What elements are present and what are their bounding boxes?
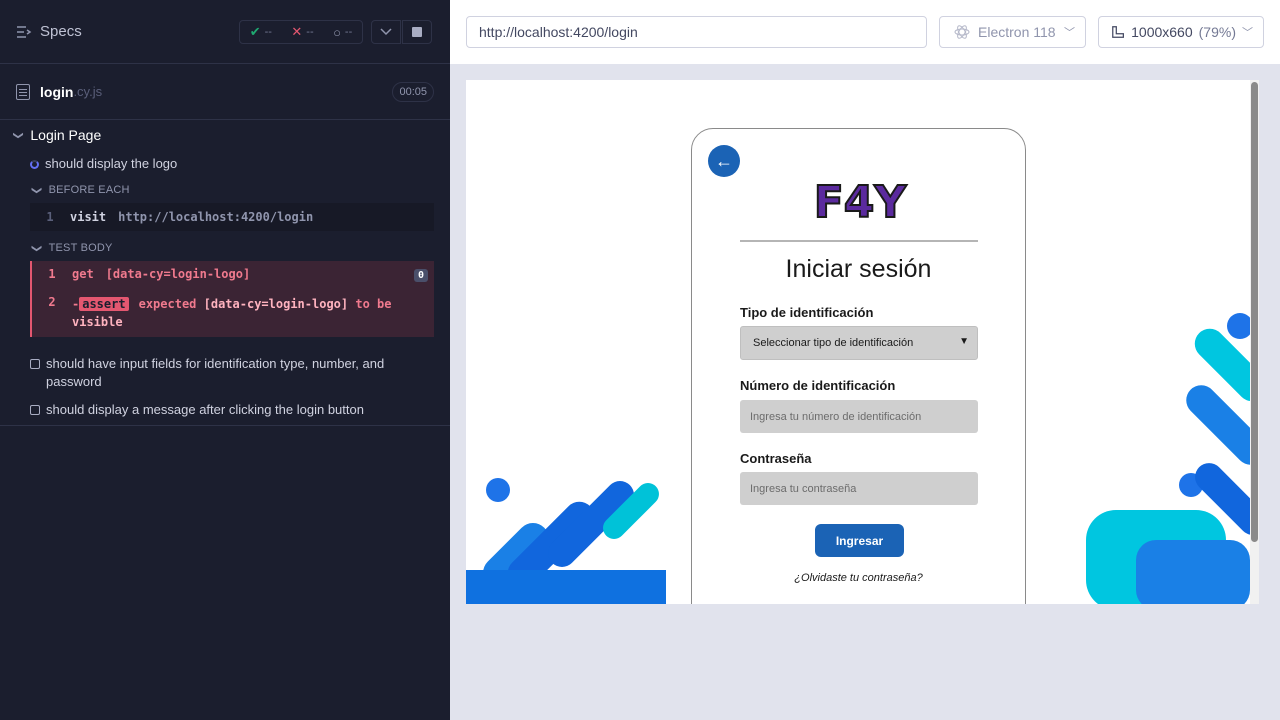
command-assert[interactable]: 2 - assert expected [data-cy=login-logo] t…: [32, 289, 434, 337]
command-number: 1: [46, 210, 54, 224]
command-visit[interactable]: 1 visit http://localhost:4200/login: [30, 203, 434, 231]
pending-spinner-icon: ○: [333, 24, 341, 40]
aut-toolbar: http://localhost:4200/login Electron 118…: [450, 0, 1280, 64]
password-input[interactable]: Ingresa tu contraseña: [740, 472, 978, 505]
chevron-right-icon: ❯: [12, 130, 24, 140]
back-button[interactable]: ←: [708, 145, 740, 177]
assert-to-be: to be: [355, 297, 392, 311]
aut-panel: http://localhost:4200/login Electron 118…: [450, 0, 1280, 720]
passed-count: --: [264, 26, 272, 38]
id-number-label: Número de identificación: [740, 378, 896, 393]
test-body-header[interactable]: ❯ TEST BODY: [0, 235, 450, 261]
scroll-thumb[interactable]: [1251, 82, 1258, 542]
spec-file-header: login .cy.js 00:05: [0, 64, 450, 120]
assert-content: - assert expected [data-cy=login-logo] to …: [72, 295, 422, 331]
id-type-label: Tipo de identificación: [740, 305, 874, 320]
app-iframe: ← F4Y Iniciar sesión Tipo de identificac…: [466, 80, 1259, 604]
f4y-logo: F4Y: [813, 176, 909, 229]
viewport-selector[interactable]: 1000x660 (79%) ﹀: [1098, 16, 1264, 48]
passed-stat: ✔ --: [250, 24, 272, 40]
id-number-input[interactable]: Ingresa tu número de identificación: [740, 400, 978, 433]
reporter-panel: Specs ✔ -- ✕ -- ○ -- login .cy.js 00:05 …: [0, 0, 450, 720]
element-count-badge: 0: [413, 269, 428, 282]
electron-icon: [954, 25, 970, 39]
viewport-size: 1000x660: [1131, 24, 1193, 40]
suite-title: Login Page: [30, 127, 102, 143]
command-name: visit: [70, 210, 107, 224]
suite-title-row[interactable]: ❯ Login Page: [0, 121, 450, 149]
test-title: should have input fields for identificat…: [46, 356, 385, 389]
spec-duration: 00:05: [392, 81, 434, 102]
stop-icon: [412, 27, 422, 37]
command-name: get: [72, 267, 94, 281]
running-spinner-icon: [30, 159, 39, 169]
pending-stat: ○ --: [333, 25, 352, 40]
command-number: 1: [48, 267, 56, 281]
test-stats: ✔ -- ✕ -- ○ --: [239, 20, 363, 44]
wave-decoration-left: [466, 478, 666, 604]
file-icon: [16, 83, 30, 100]
arrow-left-icon: ←: [715, 150, 733, 171]
wave-decoration-right: [1086, 313, 1250, 604]
test-title: should display the logo: [45, 156, 178, 171]
url-bar[interactable]: http://localhost:4200/login: [466, 16, 927, 48]
command-number: 2: [48, 295, 56, 309]
test-row-pending[interactable]: should display a message after clicking …: [0, 401, 450, 426]
assert-tag: assert: [79, 297, 129, 311]
stop-button[interactable]: [402, 20, 432, 44]
id-type-value: Seleccionar tipo de identificación: [753, 337, 914, 349]
chevron-down-icon: ❯: [30, 185, 42, 195]
page-title: Iniciar sesión: [785, 255, 932, 283]
command-message: [data-cy=login-logo]: [105, 267, 251, 281]
x-icon: ✕: [291, 24, 303, 39]
test-body-label: TEST BODY: [48, 242, 113, 254]
spec-name: login: [40, 83, 74, 100]
command-get[interactable]: 1 get [data-cy=login-logo] 0: [32, 261, 434, 289]
viewport-zoom: (79%): [1198, 24, 1236, 40]
login-card: ← F4Y Iniciar sesión Tipo de identificac…: [691, 128, 1026, 604]
specs-list-icon: [17, 25, 32, 38]
command-message: http://localhost:4200/login: [118, 210, 314, 224]
password-label: Contraseña: [740, 451, 812, 466]
id-type-select[interactable]: Seleccionar tipo de identificación ▼: [740, 326, 978, 360]
pending-count: --: [344, 26, 353, 38]
specs-button[interactable]: Specs: [16, 23, 82, 40]
logo-divider: [740, 240, 978, 242]
forgot-password-link[interactable]: ¿Olvidaste tu contraseña?: [692, 572, 1025, 584]
chevron-down-icon: ▼: [959, 336, 969, 347]
chevron-down-icon: ﹀: [1242, 27, 1253, 39]
assert-expected: expected: [138, 297, 197, 311]
ruler-icon: [1112, 26, 1124, 38]
chevron-down-icon: ❯: [30, 243, 42, 253]
test-title: should display a message after clicking …: [46, 402, 364, 417]
test-row-pending[interactable]: should have input fields for identificat…: [0, 355, 450, 391]
chevron-down-icon: ﹀: [1064, 27, 1075, 39]
pending-status-icon: [30, 405, 40, 415]
chevron-down-icon: [380, 28, 392, 36]
spec-ext: .cy.js: [73, 84, 103, 99]
browser-name: Electron 118: [978, 24, 1056, 40]
specs-label: Specs: [40, 23, 82, 40]
app-scrollbar[interactable]: [1250, 80, 1259, 604]
assert-visible: visible: [72, 315, 123, 329]
login-submit-button[interactable]: Ingresar: [815, 524, 904, 557]
check-icon: ✔: [249, 24, 261, 39]
before-each-header[interactable]: ❯ BEFORE EACH: [0, 177, 450, 203]
logo-text: F4Y: [814, 177, 908, 228]
failed-stat: ✕ --: [291, 24, 313, 40]
test-row-running[interactable]: should display the logo: [0, 151, 450, 177]
pending-status-icon: [30, 359, 40, 369]
assert-selector: [data-cy=login-logo]: [203, 297, 349, 311]
expand-collapse-button[interactable]: [371, 20, 401, 44]
before-each-label: BEFORE EACH: [48, 184, 130, 196]
failed-count: --: [306, 26, 314, 38]
browser-selector[interactable]: Electron 118 ﹀: [939, 16, 1086, 48]
failed-commands: 1 get [data-cy=login-logo] 0 2 - assert ex…: [30, 261, 434, 337]
